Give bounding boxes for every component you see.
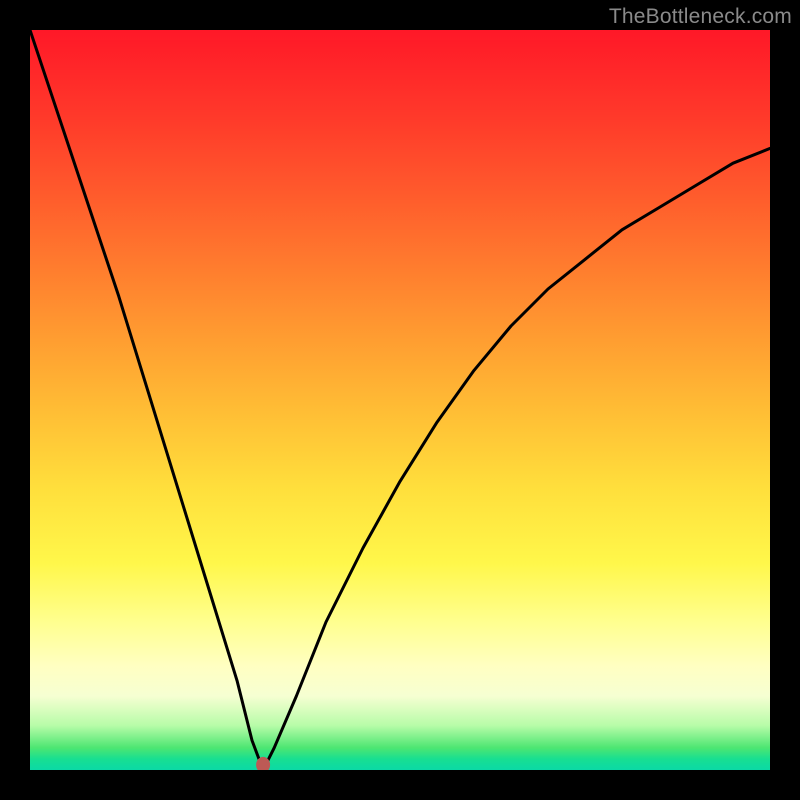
chart-frame: TheBottleneck.com bbox=[0, 0, 800, 800]
watermark-text: TheBottleneck.com bbox=[609, 5, 792, 29]
minimum-marker bbox=[30, 30, 770, 770]
plot-area bbox=[30, 30, 770, 770]
